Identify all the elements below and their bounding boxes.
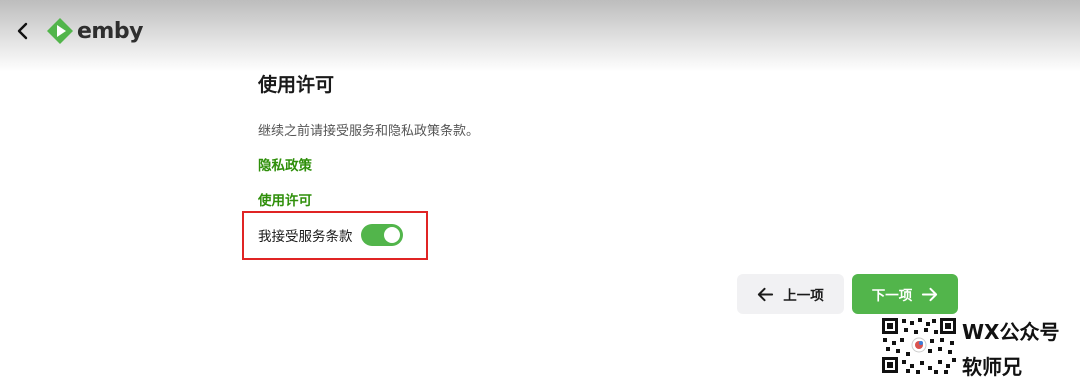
arrow-right-icon — [922, 287, 938, 301]
page-title: 使用许可 — [258, 74, 335, 96]
previous-button[interactable]: 上一项 — [737, 274, 844, 314]
next-button-label: 下一项 — [871, 288, 913, 304]
chevron-left-icon — [17, 22, 28, 40]
previous-button-label: 上一项 — [783, 288, 824, 304]
next-button[interactable]: 下一项 — [852, 274, 958, 314]
privacy-policy-link[interactable]: 隐私政策 — [258, 154, 312, 174]
watermark-line-1: WX公众号 — [962, 320, 1060, 344]
watermark-line-2: 软师兄 — [962, 355, 1022, 379]
watermark: WX公众号 软师兄 — [880, 314, 1080, 379]
brand-name: emby — [77, 18, 143, 44]
license-link[interactable]: 使用许可 — [258, 189, 312, 209]
back-button[interactable] — [8, 16, 38, 46]
top-bar: emby — [0, 0, 1080, 72]
description-text: 继续之前请接受服务和隐私政策条款。 — [258, 124, 480, 139]
arrow-left-icon — [758, 287, 774, 301]
highlight-annotation-box — [242, 211, 428, 260]
emby-logo: emby — [46, 15, 143, 47]
qr-code-icon — [880, 316, 958, 375]
emby-logo-icon — [47, 18, 73, 44]
